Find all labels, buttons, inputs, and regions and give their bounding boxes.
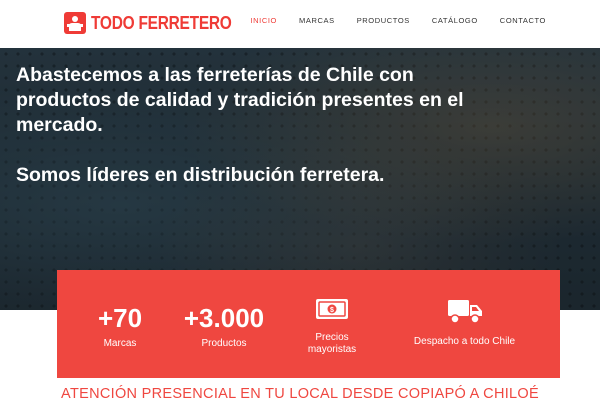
hero-line-1: Abastecemos a las ferreterías de Chile c… (16, 64, 464, 136)
site-header: TODO FERRETERO INICIO MARCAS PRODUCTOS C… (0, 0, 600, 48)
stat-brands-label: Marcas (103, 338, 137, 349)
nav-item-marcas[interactable]: MARCAS (299, 16, 335, 25)
money-bill-icon: $ (315, 297, 349, 326)
svg-text:$: $ (330, 307, 334, 314)
stat-shipping-label: Despacho a todo Chile (413, 336, 516, 347)
nav-item-contacto[interactable]: CONTACTO (500, 16, 546, 25)
brand-name: TODO FERRETERO (91, 12, 232, 33)
presence-banner: ATENCIÓN PRESENCIAL EN TU LOCAL DESDE CO… (61, 386, 539, 400)
stat-prices-label: Precios mayoristas (307, 332, 357, 355)
nav-item-inicio[interactable]: INICIO (250, 16, 277, 25)
worker-icon (64, 12, 86, 34)
hero-line-2: Somos líderes en distribución ferretera. (16, 164, 385, 186)
stat-products-label: Productos (201, 338, 247, 349)
truck-icon (447, 297, 483, 330)
nav-item-productos[interactable]: PRODUCTOS (357, 16, 410, 25)
stat-brands: +70 Marcas (84, 270, 156, 378)
stat-prices: $ Precios mayoristas (292, 270, 372, 378)
stat-shipping: Despacho a todo Chile (402, 270, 527, 378)
stat-brands-value: +70 (97, 303, 143, 333)
stat-products-value: +3.000 (183, 303, 265, 333)
hero-heading: Abastecemos a las ferreterías de Chile c… (16, 63, 486, 188)
brand-logo[interactable]: TODO FERRETERO (64, 11, 254, 35)
main-nav: INICIO MARCAS PRODUCTOS CATÁLOGO CONTACT… (228, 16, 546, 25)
stat-products: +3.000 Productos (173, 270, 275, 378)
nav-item-catalogo[interactable]: CATÁLOGO (432, 16, 478, 25)
stats-box: +70 Marcas +3.000 Productos $ Precios ma… (57, 270, 560, 378)
